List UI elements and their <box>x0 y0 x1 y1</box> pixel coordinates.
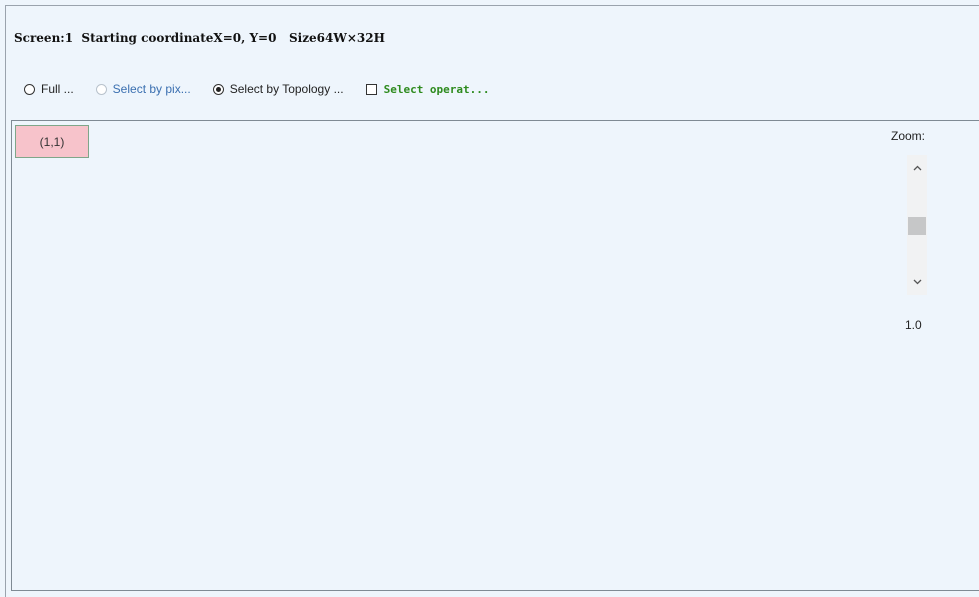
select-by-pixel-label: Select by pix... <box>112 82 191 96</box>
chevron-down-icon[interactable] <box>907 273 927 291</box>
select-operat-label: Select operat... <box>383 82 490 96</box>
select-operat-checkbox[interactable] <box>365 83 377 95</box>
zoom-label: Zoom: <box>891 129 926 143</box>
topology-canvas[interactable]: (1,1) <box>11 120 888 591</box>
receiving-card-cell[interactable]: (1,1) <box>15 125 89 158</box>
full-radio[interactable] <box>24 83 35 95</box>
chevron-up-icon[interactable] <box>907 159 927 177</box>
selection-mode-options: Full ... Select by pix... Select by Topo… <box>24 80 512 98</box>
select-by-topology-label: Select by Topology ... <box>229 82 344 96</box>
screen-info-line: Screen:1 Starting coordinateX=0, Y=0 Siz… <box>14 31 385 45</box>
option-full[interactable]: Full ... <box>24 82 74 96</box>
full-label: Full ... <box>41 82 74 96</box>
zoom-slider[interactable] <box>907 155 927 295</box>
select-by-pixel-radio <box>95 83 107 95</box>
option-select-by-pixel: Select by pix... <box>95 82 191 96</box>
option-select-operat[interactable]: Select operat... <box>365 82 490 96</box>
option-select-by-topology[interactable]: Select by Topology ... <box>212 82 344 96</box>
zoom-panel: Zoom: 1.0 <box>887 120 979 591</box>
zoom-value: 1.0 <box>905 318 922 332</box>
zoom-slider-thumb[interactable] <box>908 217 926 235</box>
select-by-topology-radio[interactable] <box>212 83 224 95</box>
